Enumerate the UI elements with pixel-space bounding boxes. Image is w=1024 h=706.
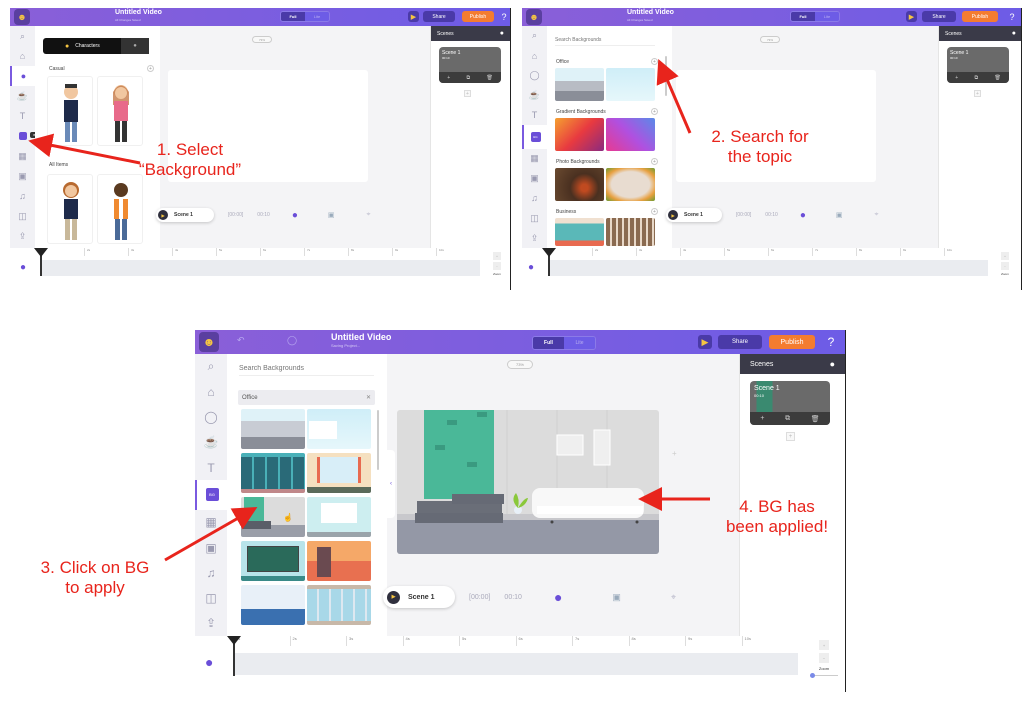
annotation-step-3: 3. Click on BG to apply bbox=[40, 558, 150, 597]
arrow-step-1 bbox=[28, 58, 710, 562]
annotation-step-2: 2. Search for the topic bbox=[711, 127, 809, 166]
annotation-step-4: 4. BG has been applied! bbox=[725, 497, 829, 536]
